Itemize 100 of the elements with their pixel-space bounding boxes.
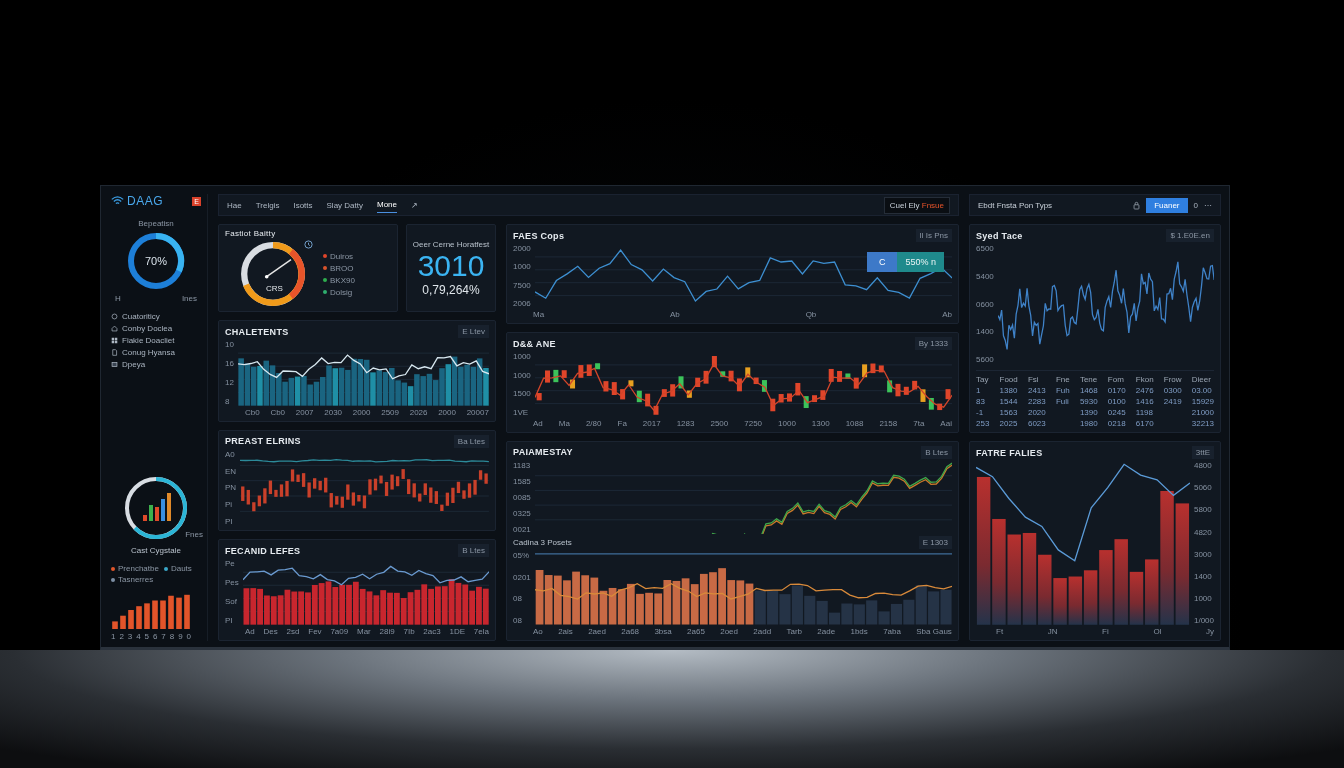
more-button[interactable]: ⋯ — [1204, 200, 1212, 210]
axis-label: Fa — [617, 418, 627, 428]
axis-label: Mar — [357, 627, 371, 636]
donut-axis-label: Ines — [181, 294, 197, 303]
nav-tab[interactable]: Isotts — [293, 197, 313, 213]
donut-note: Fnes — [185, 530, 203, 539]
axis-label: 2add — [753, 627, 772, 636]
chart-chip[interactable]: B Ltes — [921, 445, 952, 459]
axis-label: 7ta — [913, 418, 925, 428]
axis-label: 2026 — [409, 407, 428, 417]
column-header: Fsi — [1027, 375, 1040, 385]
axis-label: 12 — [225, 377, 234, 387]
nav-tab[interactable]: Trelgis — [255, 197, 280, 213]
axis-label: 2a68 — [621, 627, 640, 636]
primary-button[interactable]: Fuaner — [1146, 197, 1188, 213]
nav-tab[interactable]: Mone — [377, 197, 397, 213]
axis-label: Cb0 — [245, 407, 260, 417]
table-cell: 0100 — [1107, 397, 1126, 407]
axis-label: 08 — [513, 594, 523, 604]
axis-label: Ma — [558, 418, 570, 428]
legend-label: BROO — [330, 263, 354, 273]
axis-label: 2509 — [381, 407, 399, 417]
table-cell: 1198 — [1135, 408, 1154, 418]
table-cell: 6170 — [1135, 419, 1154, 429]
axis-label: Fi — [1102, 627, 1109, 636]
nav-tab[interactable]: Hae — [227, 197, 242, 213]
axis-label: Ma — [533, 310, 545, 320]
axis-label: 2000 — [438, 407, 456, 417]
axis-label: 8 — [169, 632, 175, 641]
axis-label: 2000 — [513, 244, 531, 253]
table-cell: 1416 — [1135, 397, 1154, 407]
axis-label: 16 — [225, 358, 234, 368]
table-cell: 32213 — [1191, 419, 1214, 429]
column-header: Fne — [1055, 375, 1070, 385]
axis-label: 0325 — [513, 509, 531, 519]
table-cell: 0300 — [1163, 386, 1182, 396]
table-cell: 1390 — [1079, 408, 1098, 418]
nav-item[interactable]: Cuatoriticy — [111, 312, 201, 321]
axis-label: Aai — [940, 418, 952, 428]
nav-tab[interactable]: Slay Datty — [326, 197, 363, 213]
axis-label: 5060 — [1193, 483, 1213, 493]
logo-text: DAAG — [127, 194, 163, 208]
column-header: Tene — [1079, 375, 1098, 385]
card-title: Syed Tace — [976, 230, 1023, 241]
nav-item[interactable]: Conug Hyansa — [111, 348, 201, 357]
axis-label: 2oed — [720, 627, 738, 636]
nav-tab[interactable]: ↗ — [411, 197, 418, 213]
card-title: FECANID LEFES — [225, 545, 301, 556]
axis-label: 4800 — [1193, 461, 1213, 471]
axis-label: 1000 — [778, 418, 796, 428]
chart-caption: Cast Cygstale — [131, 546, 181, 555]
chart-chip[interactable]: E 1303 — [918, 536, 952, 550]
chart-chip[interactable]: 3ttE — [1191, 446, 1214, 460]
axis-label: Ab — [942, 310, 952, 320]
axis-label: EN — [225, 466, 237, 476]
table-cell: 0245 — [1107, 408, 1126, 418]
axis-label: 7500 — [513, 280, 531, 290]
axis-label: PN — [225, 483, 237, 493]
column-header: Frow — [1163, 375, 1182, 385]
donut-value: 70% — [144, 255, 168, 267]
axis-label: 7ela — [473, 627, 489, 636]
nav-item[interactable]: Dpeya — [111, 360, 201, 369]
axis-label: 1183 — [513, 460, 531, 470]
nav-item[interactable]: Conby Doclea — [111, 324, 201, 333]
axis-label: 1VE — [513, 407, 530, 417]
axis-label: 2aed — [588, 627, 606, 636]
legend-label: Dolsig — [330, 287, 353, 297]
table-cell: 1544 — [999, 397, 1018, 407]
table-cell: 2025 — [999, 419, 1018, 429]
table-cell: 0218 — [1107, 419, 1126, 429]
table-cell-text: 1 — [976, 386, 982, 396]
axis-label: 1500 — [513, 389, 531, 399]
axis-label: 1400 — [976, 327, 994, 337]
chart-chip[interactable]: $ 1.E0E.en — [1166, 229, 1214, 242]
tooltip-marker: C — [866, 252, 898, 272]
chart-chip[interactable]: Il Is Pns — [915, 229, 952, 242]
table-cell-text: 83 — [976, 397, 986, 407]
axis-label: 2ac3 — [423, 627, 441, 636]
axis-label: 28i9 — [379, 627, 395, 636]
axis-label: 1bds — [850, 627, 868, 636]
column-header: Fom — [1107, 375, 1125, 385]
axis-label: 0 — [186, 632, 191, 641]
toolbar-title: Ebdt Fnsta Pon Typs — [978, 200, 1053, 210]
axis-label: 2030 — [324, 407, 343, 417]
table-cell-text: -1 — [976, 408, 985, 418]
axis-label: Ab — [670, 310, 680, 320]
chart-chip[interactable]: E Ltev — [458, 325, 489, 338]
axis-label: 5800 — [1193, 505, 1213, 515]
axis-label: 10 — [225, 340, 234, 349]
chart-chip[interactable]: Ba Ltes — [453, 434, 489, 448]
axis-label: Ad — [245, 627, 255, 636]
nav-item[interactable]: Fiakie Doacliet — [111, 336, 201, 345]
alert-button[interactable]: Cuel Ely Fnsue — [883, 196, 950, 214]
chart-chip[interactable]: B Ltes — [458, 544, 489, 558]
axis-label: Sba Gaus — [916, 627, 952, 636]
chart-chip[interactable]: By 1333 — [914, 337, 952, 351]
axis-label: 1000 — [513, 370, 531, 380]
axis-label: Fev — [308, 627, 322, 636]
axis-label: 0600 — [976, 299, 994, 309]
axis-label: 0201 — [513, 573, 531, 582]
